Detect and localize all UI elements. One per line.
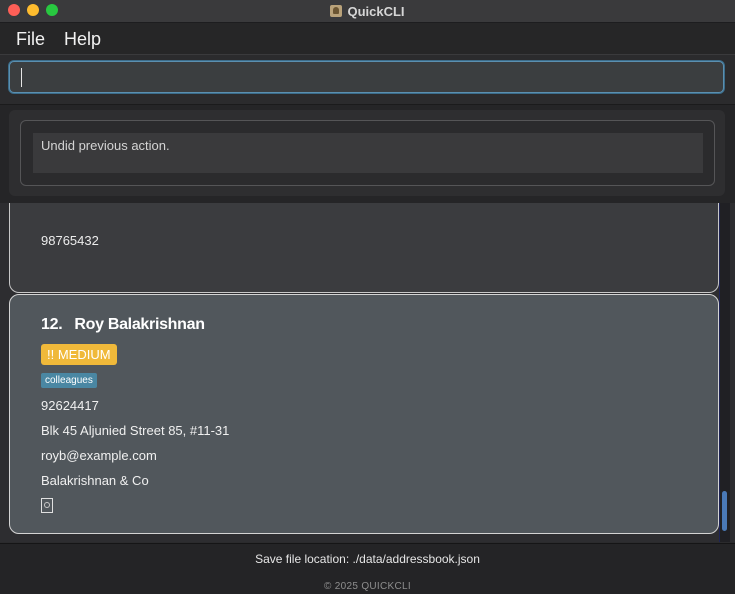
person-company: Balakrishnan & Co (41, 473, 149, 488)
person-name-line: 12. Roy Balakrishnan (41, 316, 205, 334)
menu-bar: File Help (0, 23, 735, 55)
person-index: 12. (41, 316, 63, 333)
person-phone: 92624417 (41, 398, 99, 413)
person-name: Roy Balakrishnan (74, 316, 205, 333)
remark-icon[interactable] (41, 498, 53, 513)
person-email: royb@example.com (41, 448, 157, 463)
copyright-text: © 2025 QUICKCLI (324, 581, 411, 592)
command-box-area (0, 55, 735, 103)
person-card-selected[interactable]: 12. Roy Balakrishnan !! MEDIUM colleagues… (9, 294, 719, 534)
window-titlebar: QuickCLI (0, 0, 735, 23)
window-title: QuickCLI (347, 3, 405, 19)
result-panel: Undid previous action. (9, 110, 725, 196)
previous-card-phone: 98765432 (41, 233, 99, 248)
menu-help[interactable]: Help (64, 29, 101, 50)
save-location: Save file location: ./data/addressbook.j… (255, 552, 480, 566)
result-display-area: Undid previous action. (0, 104, 735, 204)
person-address: Blk 45 Aljunied Street 85, #11-31 (41, 423, 230, 438)
person-list[interactable]: 98765432 12. Roy Balakrishnan !! MEDIUM c… (0, 203, 735, 542)
command-input[interactable] (9, 61, 724, 93)
result-message: Undid previous action. (33, 133, 703, 173)
text-caret (21, 68, 22, 87)
result-box: Undid previous action. (20, 120, 715, 186)
tag-badge: colleagues (41, 373, 97, 388)
menu-file[interactable]: File (16, 29, 45, 50)
status-bar: Save file location: ./data/addressbook.j… (0, 543, 735, 594)
window-title-group: QuickCLI (0, 0, 735, 22)
scrollbar-thumb[interactable] (722, 491, 727, 531)
priority-badge: !! MEDIUM (41, 344, 117, 365)
app-icon (330, 5, 343, 17)
person-card-previous[interactable]: 98765432 (9, 203, 719, 293)
